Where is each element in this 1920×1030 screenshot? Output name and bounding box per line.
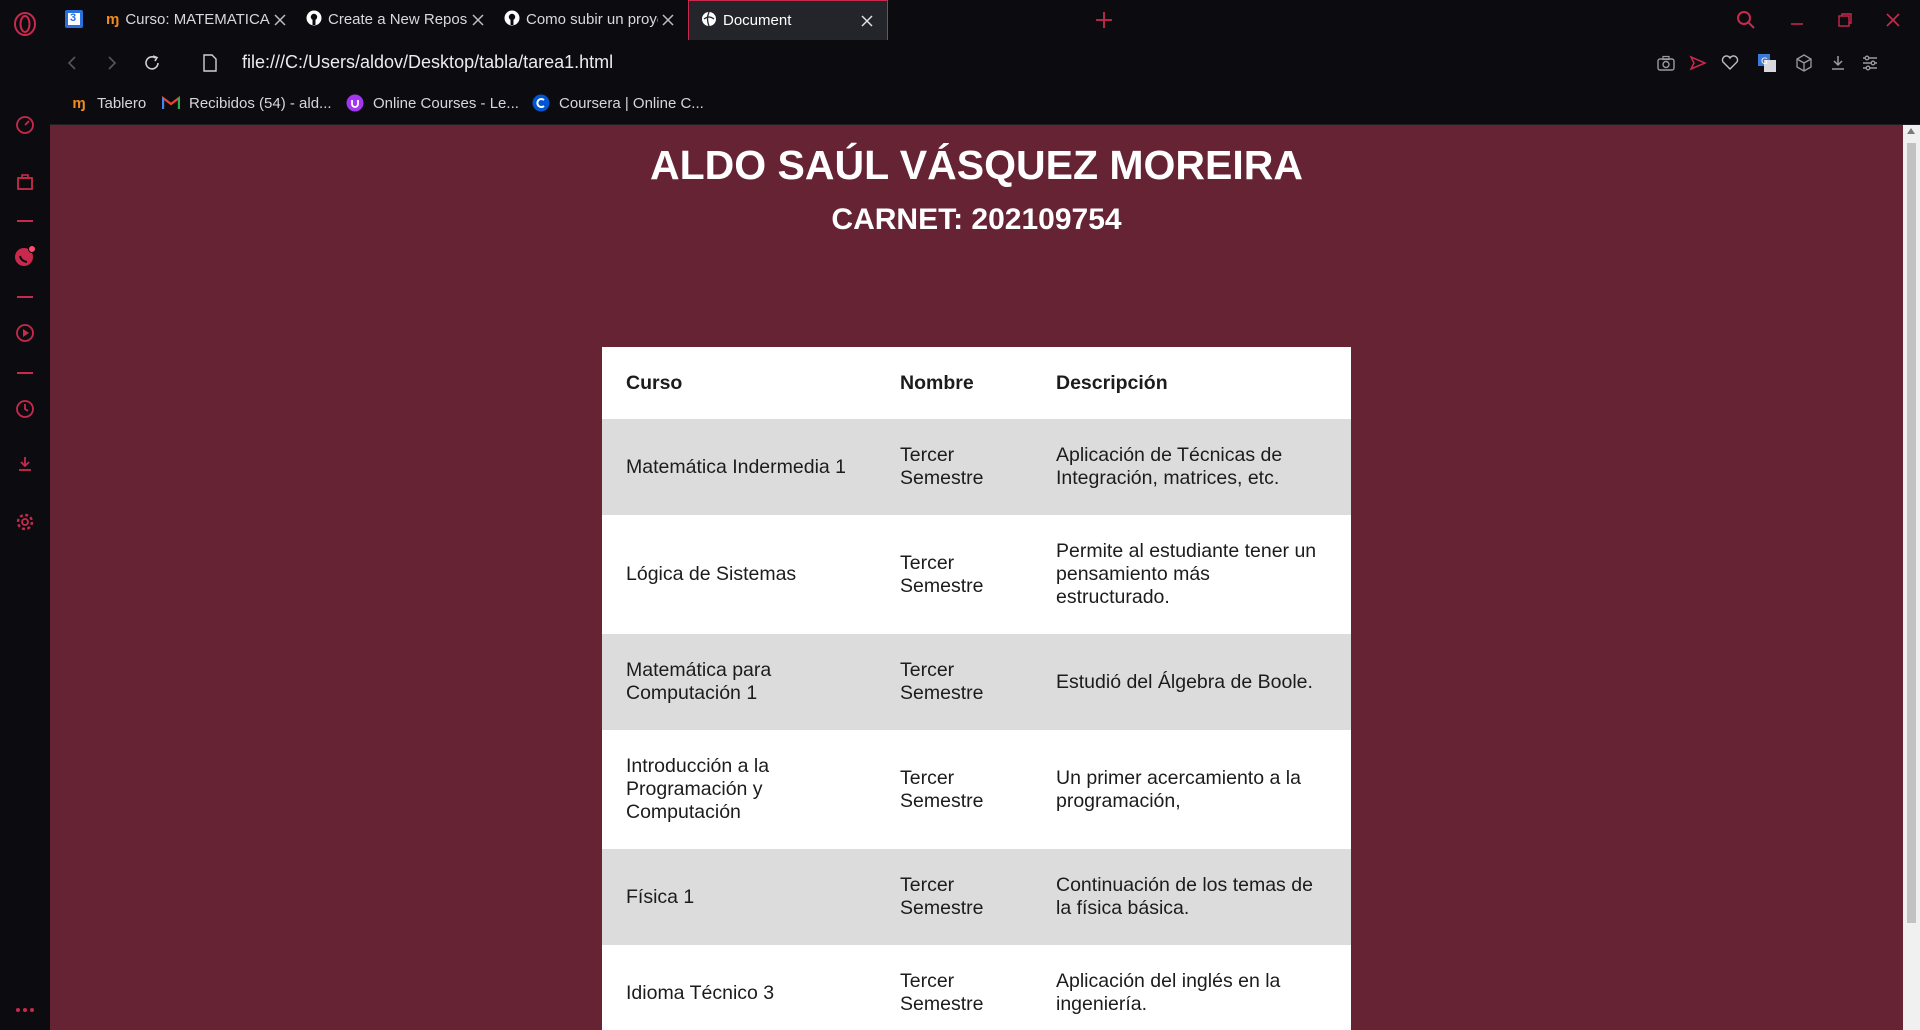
- restore-icon[interactable]: [1831, 6, 1859, 34]
- page-title: ALDO SAÚL VÁSQUEZ MOREIRA: [650, 142, 1303, 188]
- url-field[interactable]: file:///C:/Users/aldov/Desktop/tabla/tar…: [242, 52, 613, 73]
- minimize-icon[interactable]: [1783, 6, 1811, 34]
- page-viewport: ALDO SAÚL VÁSQUEZ MOREIRA CARNET: 202109…: [50, 125, 1903, 1030]
- snapshot-camera-icon[interactable]: [1654, 51, 1678, 75]
- translate-icon[interactable]: G: [1755, 51, 1779, 75]
- tab-curso-matematica[interactable]: ɱ Curso: MATEMATICA PARA: [94, 0, 300, 39]
- tab-title: Create a New Repository: [328, 11, 468, 28]
- tab-document[interactable]: Document: [688, 0, 888, 40]
- file-page-icon: [198, 51, 222, 75]
- tab-title: Curso: MATEMATICA PARA: [125, 11, 270, 28]
- bookmarks-bar: ɱ Tablero Recibidos (54) - ald... Online…: [50, 86, 1920, 125]
- github-icon: [504, 10, 520, 30]
- gmail-icon: [162, 94, 180, 112]
- cell-nombre: Tercer Semestre: [876, 945, 1032, 1030]
- sidebar-separator: [17, 372, 33, 374]
- cell-nombre: Tercer Semestre: [876, 634, 1032, 730]
- bookmark-label: Online Courses - Le...: [373, 94, 519, 112]
- table-row: Matemática para Computación 1 Tercer Sem…: [602, 634, 1351, 730]
- bookmark-coursera[interactable]: Coursera | Online C...: [532, 94, 704, 112]
- speed-dial-icon[interactable]: [13, 113, 37, 137]
- cell-descripcion: Estudió del Álgebra de Boole.: [1032, 634, 1351, 730]
- svg-text:G: G: [1761, 57, 1768, 67]
- cell-descripcion: Aplicación del inglés en la ingeniería.: [1032, 945, 1351, 1030]
- scroll-up-arrow-icon[interactable]: [1907, 128, 1915, 134]
- workspace-icon[interactable]: [13, 170, 37, 194]
- cell-curso: Matemática Indermedia 1: [602, 419, 876, 515]
- address-bar: file:///C:/Users/aldov/Desktop/tabla/tar…: [50, 40, 1920, 86]
- cell-curso: Matemática para Computación 1: [602, 634, 876, 730]
- sidebar-separator: [17, 220, 33, 222]
- tab-create-repository[interactable]: Create a New Repository: [294, 0, 498, 39]
- table-row: Lógica de Sistemas Tercer Semestre Permi…: [602, 515, 1351, 634]
- bookmark-udemy[interactable]: Online Courses - Le...: [346, 94, 519, 112]
- table-row: Idioma Técnico 3 Tercer Semestre Aplicac…: [602, 945, 1351, 1030]
- extensions-cube-icon[interactable]: [1792, 51, 1816, 75]
- settings-gear-icon[interactable]: [13, 510, 37, 534]
- sidebar-separator: [17, 296, 33, 298]
- table-row: Introducción a la Programación y Computa…: [602, 730, 1351, 849]
- downloads-icon[interactable]: [13, 452, 37, 476]
- cell-nombre: Tercer Semestre: [876, 849, 1032, 945]
- pinned-tab-calendar[interactable]: 3: [64, 9, 84, 29]
- cell-curso: Introducción a la Programación y Computa…: [602, 730, 876, 849]
- cell-nombre: Tercer Semestre: [876, 419, 1032, 515]
- cell-descripcion: Un primer acercamiento a la programación…: [1032, 730, 1351, 849]
- coursera-icon: [532, 94, 550, 112]
- github-icon: [306, 10, 322, 30]
- easy-setup-sliders-icon[interactable]: [1858, 51, 1882, 75]
- header-nombre: Nombre: [876, 347, 1032, 419]
- bookmark-gmail[interactable]: Recibidos (54) - ald...: [162, 94, 332, 112]
- tab-title: Document: [723, 12, 792, 29]
- cell-curso: Idioma Técnico 3: [602, 945, 876, 1030]
- cell-curso: Lógica de Sistemas: [602, 515, 876, 634]
- download-icon[interactable]: [1826, 51, 1850, 75]
- close-icon[interactable]: [658, 10, 678, 30]
- moodle-icon: ɱ: [72, 94, 86, 112]
- close-icon[interactable]: [270, 10, 290, 30]
- page-scrollbar[interactable]: [1903, 125, 1920, 1030]
- table-row: Matemática Indermedia 1 Tercer Semestre …: [602, 419, 1351, 515]
- cell-descripcion: Continuación de los temas de la física b…: [1032, 849, 1351, 945]
- page-subtitle: CARNET: 202109754: [831, 203, 1122, 236]
- whatsapp-icon[interactable]: [13, 244, 37, 268]
- udemy-icon: [346, 94, 364, 112]
- scroll-thumb[interactable]: [1907, 143, 1916, 923]
- send-arrow-icon[interactable]: [1686, 51, 1710, 75]
- reload-icon[interactable]: [140, 51, 164, 75]
- close-icon[interactable]: [857, 11, 877, 31]
- cell-nombre: Tercer Semestre: [876, 515, 1032, 634]
- pinned-tab-label: 3: [70, 12, 77, 24]
- bookmark-tablero[interactable]: ɱ Tablero: [70, 94, 146, 112]
- close-icon[interactable]: [468, 10, 488, 30]
- new-tab-plus-icon[interactable]: [1092, 8, 1116, 32]
- forward-arrow-icon[interactable]: [100, 51, 124, 75]
- moodle-icon: ɱ: [106, 11, 120, 28]
- courses-table: Curso Nombre Descripción Matemática Inde…: [602, 347, 1351, 1030]
- browser-sidebar: [0, 0, 51, 1030]
- history-icon[interactable]: [13, 397, 37, 421]
- cell-descripcion: Permite al estudiante tener un pensamien…: [1032, 515, 1351, 634]
- cell-descripcion: Aplicación de Técnicas de Integración, m…: [1032, 419, 1351, 515]
- tab-title: Como subir un proyecto lo: [526, 11, 658, 28]
- table-header-row: Curso Nombre Descripción: [602, 347, 1351, 419]
- globe-icon: [701, 11, 717, 31]
- opera-logo-icon[interactable]: [13, 12, 37, 36]
- tab-strip: 3 ɱ Curso: MATEMATICA PARA Create a New …: [50, 0, 1920, 40]
- table-row: Física 1 Tercer Semestre Continuación de…: [602, 849, 1351, 945]
- cell-nombre: Tercer Semestre: [876, 730, 1032, 849]
- tab-subir-proyecto[interactable]: Como subir un proyecto lo: [492, 0, 688, 39]
- close-window-icon[interactable]: [1879, 6, 1907, 34]
- bookmark-label: Tablero: [97, 94, 147, 112]
- header-descripcion: Descripción: [1032, 347, 1351, 419]
- heart-icon[interactable]: [1718, 51, 1742, 75]
- cell-curso: Física 1: [602, 849, 876, 945]
- more-options-icon[interactable]: [13, 998, 37, 1022]
- header-curso: Curso: [602, 347, 876, 419]
- bookmark-label: Coursera | Online C...: [559, 94, 704, 112]
- bookmark-label: Recibidos (54) - ald...: [189, 94, 332, 112]
- back-arrow-icon[interactable]: [60, 51, 84, 75]
- player-icon[interactable]: [13, 321, 37, 345]
- tab-search-icon[interactable]: [1732, 6, 1760, 34]
